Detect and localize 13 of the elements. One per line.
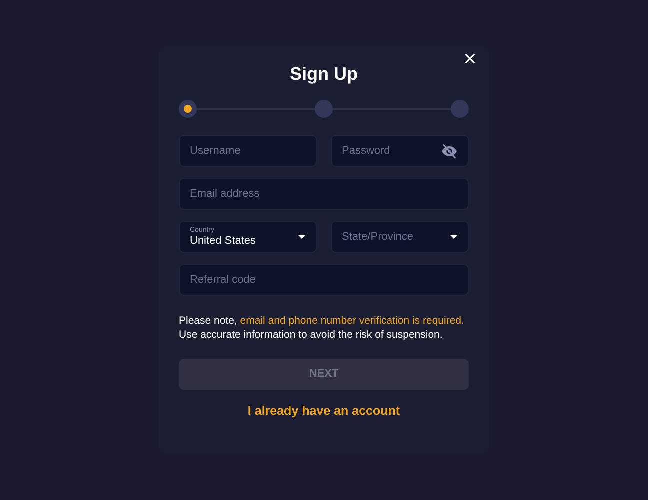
input-field[interactable]: Username <box>179 135 317 167</box>
caret-icon <box>450 235 458 239</box>
caret-icon <box>298 235 306 239</box>
close-button[interactable]: ✕ <box>461 49 479 70</box>
login-link[interactable]: I already have an account <box>248 402 400 421</box>
dropdown-field[interactable]: State/Province <box>331 221 469 253</box>
field-value: United States <box>190 234 256 248</box>
input-field[interactable]: Referral code <box>179 264 469 296</box>
input-field[interactable]: Password <box>331 135 469 167</box>
eye-slash-icon[interactable] <box>441 142 458 160</box>
dialog-title: Sign Up <box>289 63 359 85</box>
notice-text: Please note, email and phone number verification is required. Use accurate information to avoid the risk of suspension. <box>179 314 466 342</box>
input-field[interactable]: Email address <box>179 178 469 210</box>
